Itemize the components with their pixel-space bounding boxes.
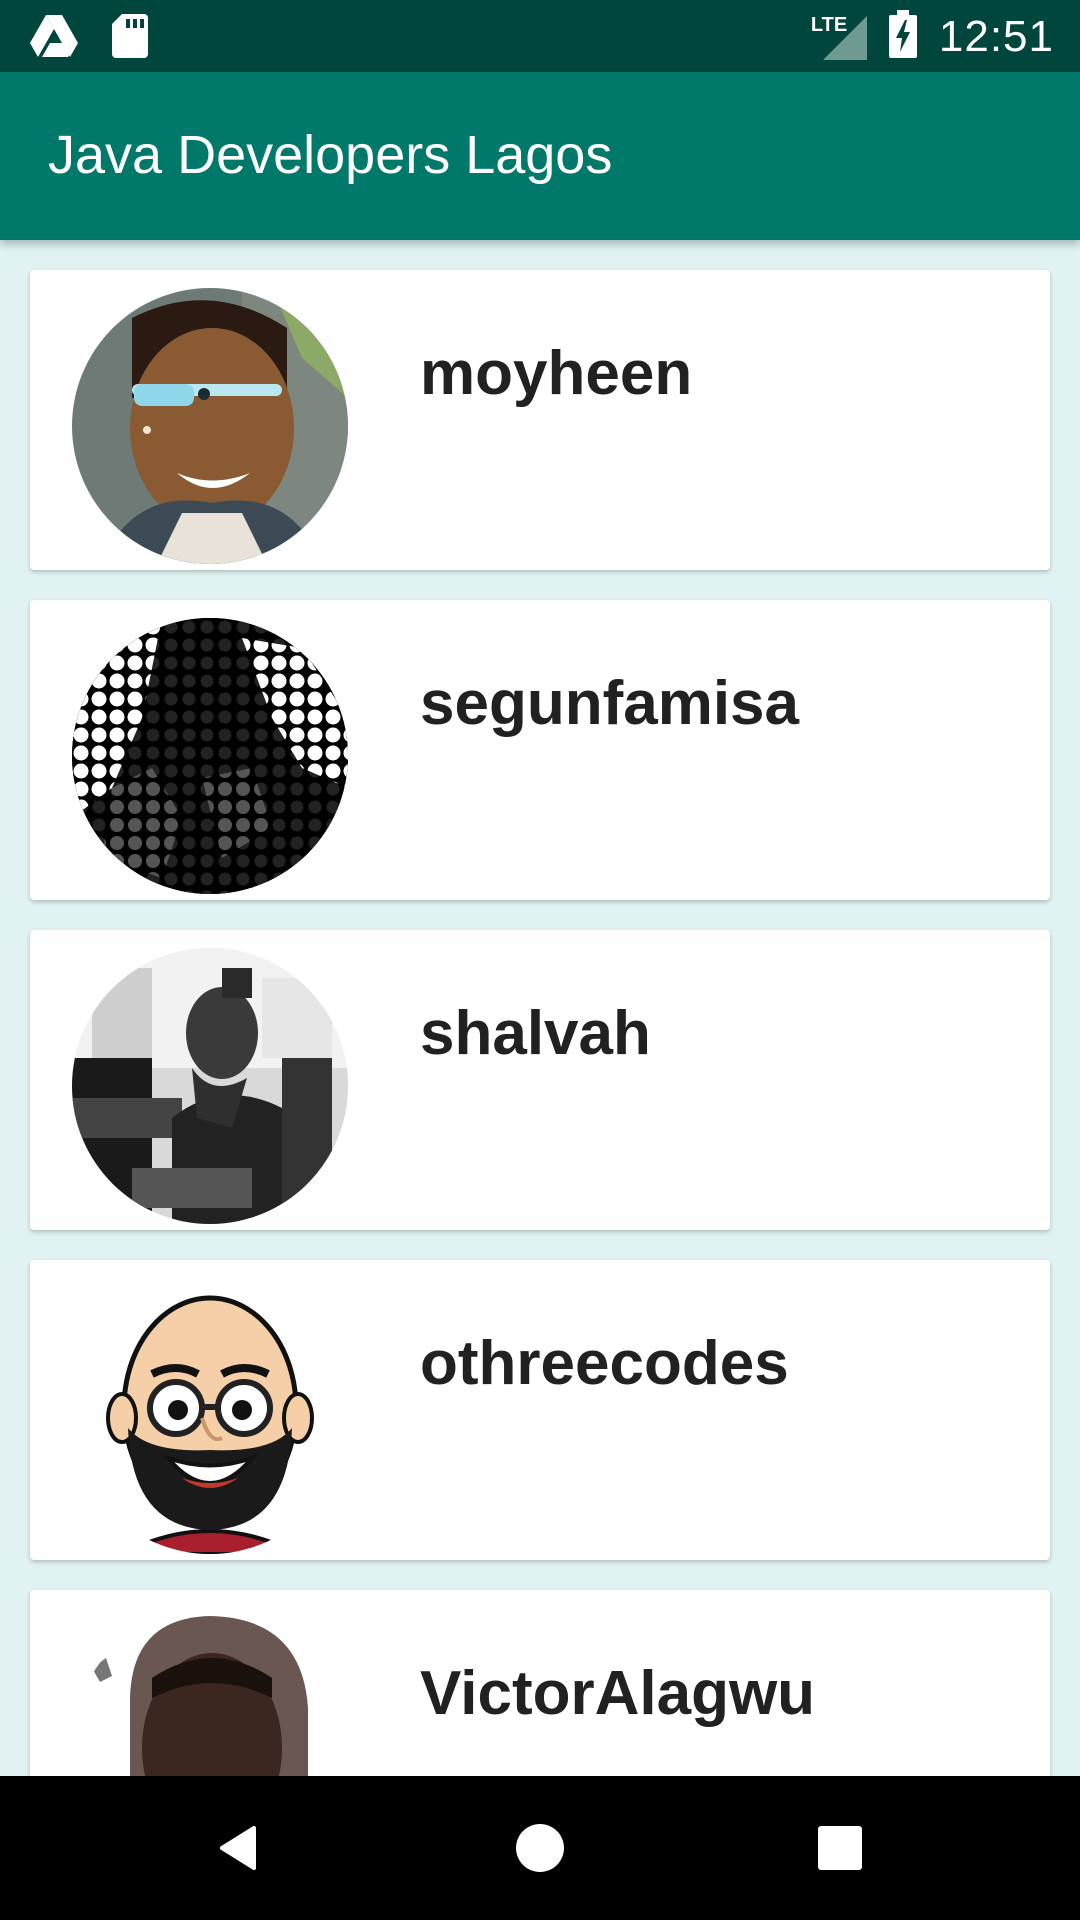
username: othreecodes [420, 1329, 789, 1398]
developer-card[interactable]: othreecodes [30, 1260, 1050, 1560]
username: moyheen [420, 339, 693, 408]
avatar-woman-with-glass [72, 288, 348, 564]
avatar-man-at-desk [72, 948, 348, 1224]
developer-card[interactable]: segunfamisa [30, 600, 1050, 900]
home-icon[interactable] [508, 1816, 572, 1880]
avatar-young-man-hood [72, 1608, 348, 1776]
avatar [72, 618, 348, 894]
developer-card[interactable]: VictorAlagwu [30, 1590, 1050, 1776]
recents-icon[interactable] [808, 1816, 872, 1880]
username: VictorAlagwu [420, 1659, 816, 1728]
username: shalvah [420, 999, 651, 1068]
avatar-cartoon-bearded-man [72, 1278, 348, 1554]
navigation-bar [0, 1776, 1080, 1920]
developer-list[interactable]: moyheen segunfamisa shalvah othreecodes … [0, 240, 1080, 1776]
username: segunfamisa [420, 669, 800, 738]
app-bar: Java Developers Lagos [0, 72, 1080, 240]
avatar-dotted-portrait [72, 618, 348, 894]
sd-card-icon [112, 14, 148, 63]
google-drive-icon [30, 15, 78, 62]
avatar [72, 1278, 348, 1554]
status-bar: LTE 12:51 [0, 0, 1080, 72]
avatar [72, 948, 348, 1224]
status-time: 12:51 [938, 11, 1054, 61]
avatar [72, 1608, 348, 1776]
battery-charging-icon [888, 10, 917, 63]
developer-card[interactable]: shalvah [30, 930, 1050, 1230]
lte-signal-icon: LTE [811, 14, 867, 60]
avatar [72, 288, 348, 564]
developer-card[interactable]: moyheen [30, 270, 1050, 570]
back-icon[interactable] [208, 1816, 272, 1880]
lte-label: LTE [810, 13, 848, 36]
app-title: Java Developers Lagos [48, 125, 613, 185]
